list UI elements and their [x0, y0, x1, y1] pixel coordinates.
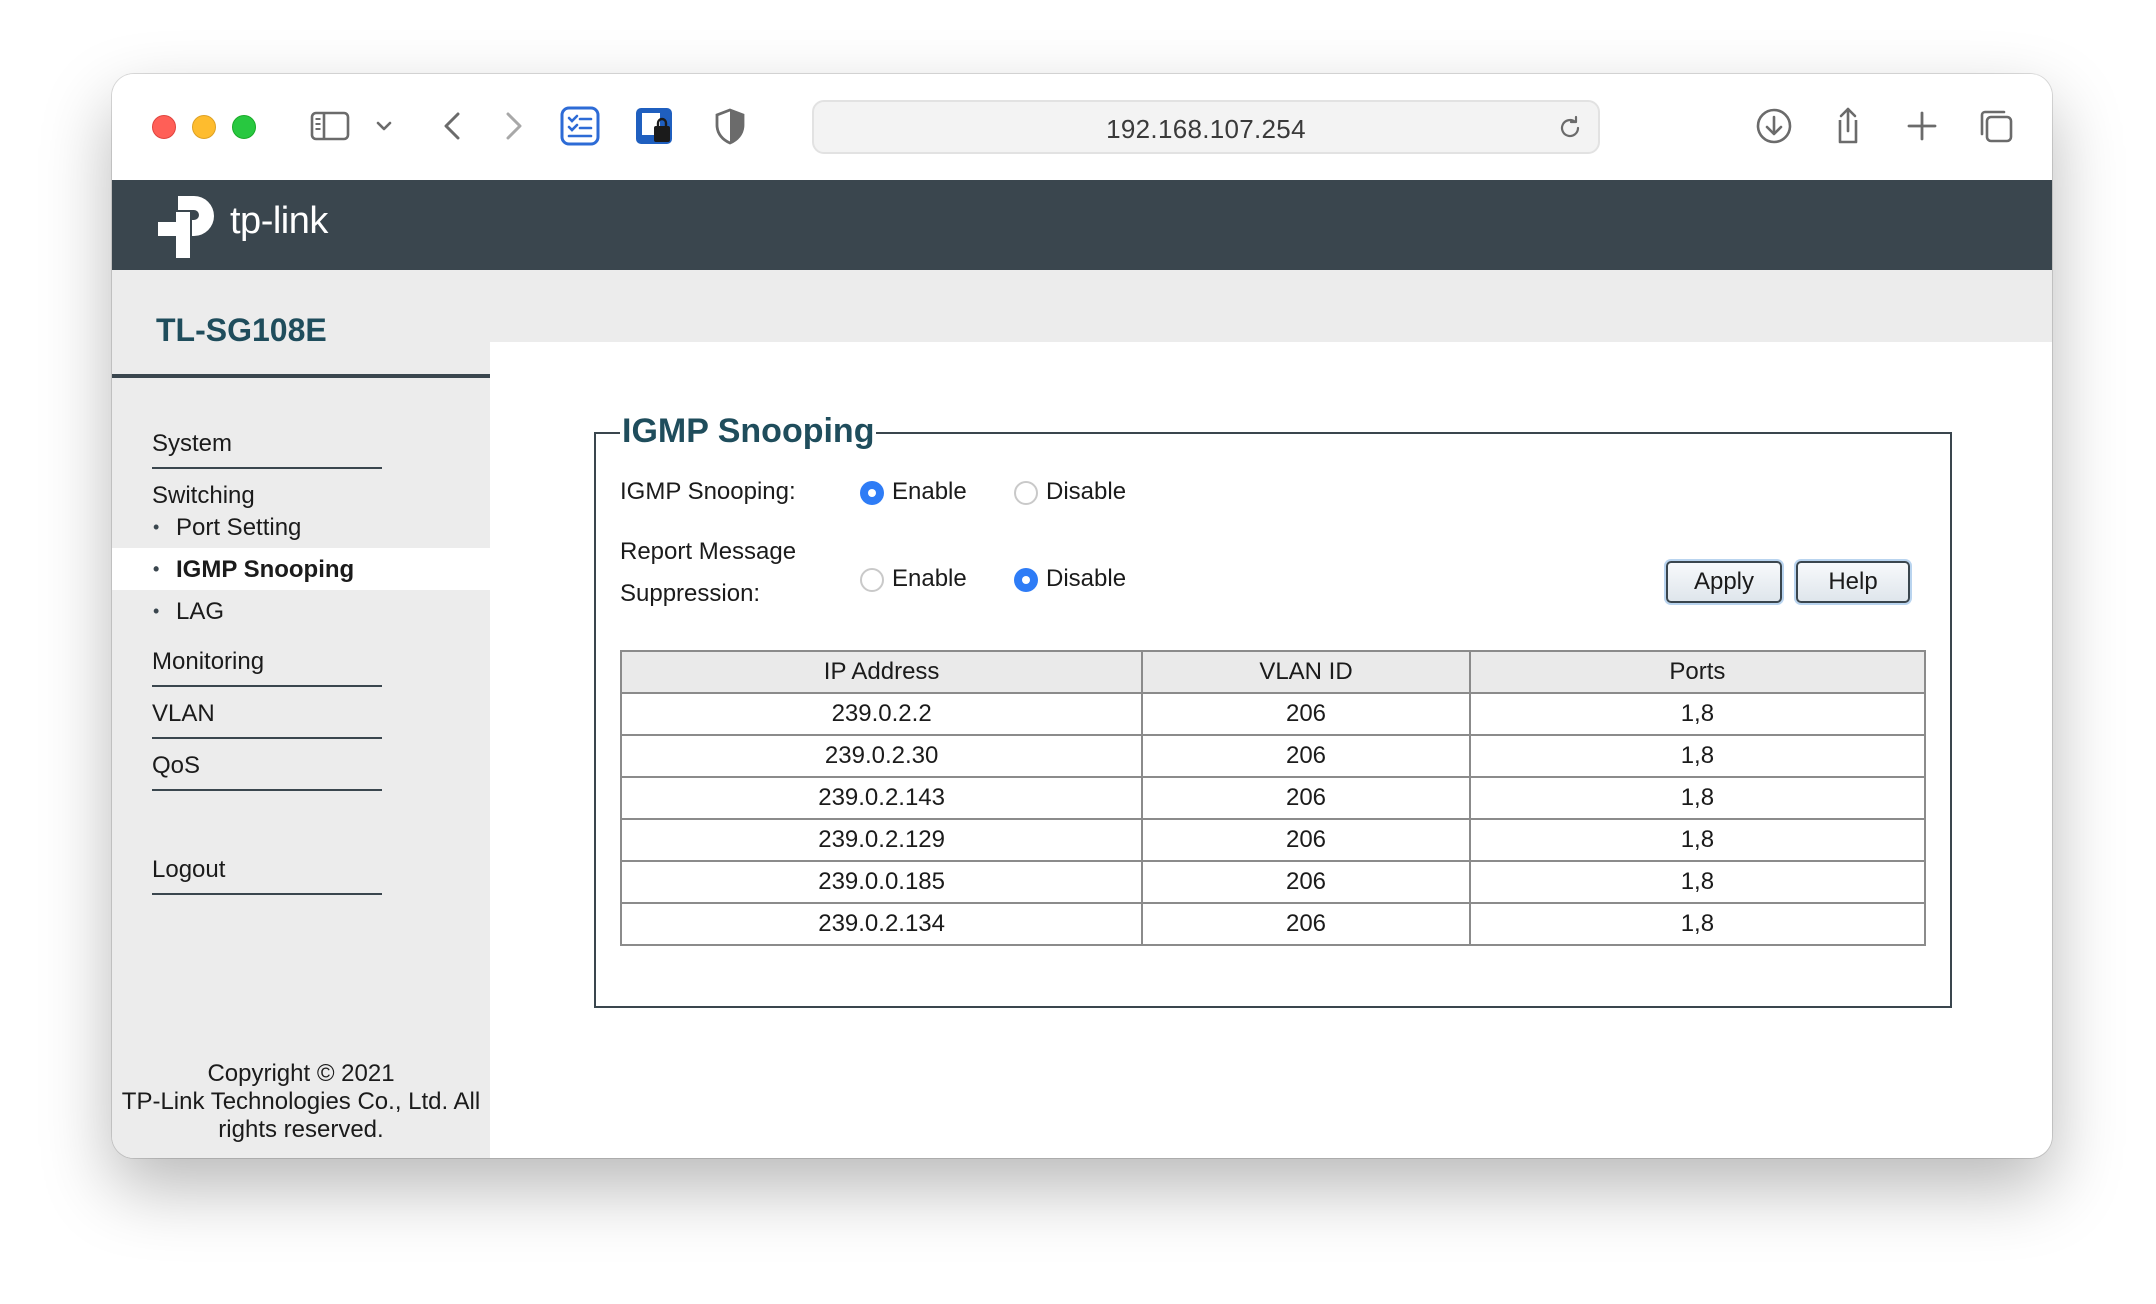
igmp-disable-radio[interactable]: Disable — [1014, 478, 1144, 508]
copyright-line: Copyright © 2021 — [207, 1060, 395, 1087]
report-suppression-label-line2: Suppression: — [620, 580, 761, 607]
cell-vlan-id: 206 — [1141, 734, 1471, 778]
zoom-window-button[interactable] — [232, 115, 256, 139]
igmp-groups-table: IP Address VLAN ID Ports 239.0.2.2 206 1… — [619, 650, 1927, 946]
cell-ports: 1,8 — [1468, 860, 1927, 904]
apply-button[interactable]: Apply — [1666, 561, 1782, 603]
cell-ip-address: 239.0.0.185 — [619, 860, 1144, 904]
cell-ports: 1,8 — [1468, 692, 1927, 736]
cell-vlan-id: 206 — [1141, 776, 1471, 820]
copyright-line: TP-Link Technologies Co., Ltd. All — [121, 1088, 481, 1115]
tp-link-logo-icon — [158, 196, 214, 258]
cell-ports: 1,8 — [1468, 902, 1927, 946]
share-icon[interactable] — [1826, 104, 1870, 148]
copyright-line: rights reserved. — [218, 1116, 384, 1143]
table-header-row: IP Address VLAN ID Ports — [619, 650, 1927, 694]
table-row: 239.0.2.2 206 1,8 — [619, 692, 1927, 736]
address-text[interactable]: 192.168.107.254 — [814, 114, 1598, 145]
model-name: TL-SG108E — [156, 312, 327, 348]
radio-label: Disable — [1046, 565, 1127, 592]
downloads-icon[interactable] — [1752, 104, 1796, 148]
sidebar-item-logout[interactable]: Logout — [152, 856, 382, 895]
sidebar-item-port-setting[interactable]: • Port Setting — [112, 506, 490, 548]
content-top-strip — [490, 270, 2052, 342]
close-window-button[interactable] — [152, 115, 176, 139]
sidebar: TL-SG108E System Switching • Port Settin… — [112, 270, 490, 1158]
main-content: IGMP Snooping IGMP Snooping: Enable Disa… — [490, 342, 2052, 1158]
new-tab-icon[interactable] — [1900, 104, 1944, 148]
igmp-snooping-label: IGMP Snooping: — [620, 478, 796, 505]
table-row: 239.0.2.129 206 1,8 — [619, 818, 1927, 862]
column-header-ip-address: IP Address — [619, 650, 1144, 694]
back-icon[interactable] — [432, 104, 476, 148]
sidebar-item-system[interactable]: System — [152, 430, 382, 469]
tab-overview-icon[interactable] — [1974, 104, 2018, 148]
sidebar-item-vlan[interactable]: VLAN — [152, 700, 382, 739]
radio-label: Enable — [892, 565, 967, 592]
browser-toolbar: 192.168.107.254 — [112, 74, 2052, 181]
sidebar-item-lag[interactable]: • LAG — [112, 590, 490, 632]
cell-ip-address: 239.0.2.129 — [619, 818, 1144, 862]
reload-icon[interactable] — [1556, 114, 1584, 142]
cell-ip-address: 239.0.2.143 — [619, 776, 1144, 820]
radio-circle[interactable] — [1014, 568, 1038, 592]
cell-ip-address: 239.0.2.30 — [619, 734, 1144, 778]
panel-title: IGMP Snooping — [620, 412, 877, 451]
tasks-extension-icon[interactable] — [558, 104, 602, 148]
column-header-vlan-id: VLAN ID — [1141, 650, 1471, 694]
sidebar-item-label: IGMP Snooping — [176, 556, 355, 583]
cell-ip-address: 239.0.2.2 — [619, 692, 1144, 736]
igmp-snooping-panel: IGMP Snooping IGMP Snooping: Enable Disa… — [594, 412, 1952, 1008]
bullet-icon: • — [153, 601, 160, 621]
radio-label: Disable — [1046, 478, 1127, 505]
sidebar-toggle-icon[interactable] — [308, 104, 352, 148]
radio-circle[interactable] — [1014, 481, 1038, 505]
privacy-shield-icon[interactable] — [708, 104, 752, 148]
password-extension-icon[interactable] — [632, 104, 676, 148]
table-row: 239.0.2.134 206 1,8 — [619, 902, 1927, 946]
cell-ports: 1,8 — [1468, 734, 1927, 778]
address-bar[interactable]: 192.168.107.254 — [812, 100, 1600, 154]
brand-name: tp-link — [230, 200, 328, 242]
cell-vlan-id: 206 — [1141, 692, 1471, 736]
brand-header: tp-link — [112, 180, 2052, 270]
help-button[interactable]: Help — [1796, 561, 1910, 603]
bullet-icon: • — [153, 559, 160, 579]
column-header-ports: Ports — [1468, 650, 1927, 694]
report-enable-radio[interactable]: Enable — [860, 565, 990, 595]
sidebar-item-label: LAG — [176, 598, 225, 625]
report-disable-radio[interactable]: Disable — [1014, 565, 1144, 595]
bullet-icon: • — [153, 517, 160, 537]
cell-vlan-id: 206 — [1141, 902, 1471, 946]
radio-circle[interactable] — [860, 568, 884, 592]
report-suppression-label-line1: Report Message — [620, 538, 797, 565]
table-row: 239.0.0.185 206 1,8 — [619, 860, 1927, 904]
cell-ports: 1,8 — [1468, 818, 1927, 862]
forward-icon[interactable] — [490, 104, 534, 148]
table-row: 239.0.2.143 206 1,8 — [619, 776, 1927, 820]
cell-ip-address: 239.0.2.134 — [619, 902, 1144, 946]
minimize-window-button[interactable] — [192, 115, 216, 139]
radio-circle[interactable] — [860, 481, 884, 505]
model-divider — [112, 374, 490, 378]
sidebar-item-igmp-snooping[interactable]: • IGMP Snooping — [112, 548, 490, 590]
table-row: 239.0.2.30 206 1,8 — [619, 734, 1927, 778]
copyright-notice: Copyright © 2021 TP-Link Technologies Co… — [112, 1060, 490, 1144]
chevron-down-icon[interactable] — [370, 104, 398, 148]
sidebar-item-qos[interactable]: QoS — [152, 752, 382, 791]
cell-ports: 1,8 — [1468, 776, 1927, 820]
cell-vlan-id: 206 — [1141, 860, 1471, 904]
igmp-enable-radio[interactable]: Enable — [860, 478, 990, 508]
cell-vlan-id: 206 — [1141, 818, 1471, 862]
browser-window: 192.168.107.254 tp-link TL-SG108E System… — [112, 74, 2052, 1158]
radio-label: Enable — [892, 478, 967, 505]
sidebar-item-label: Port Setting — [176, 514, 302, 541]
sidebar-item-monitoring[interactable]: Monitoring — [152, 648, 382, 687]
